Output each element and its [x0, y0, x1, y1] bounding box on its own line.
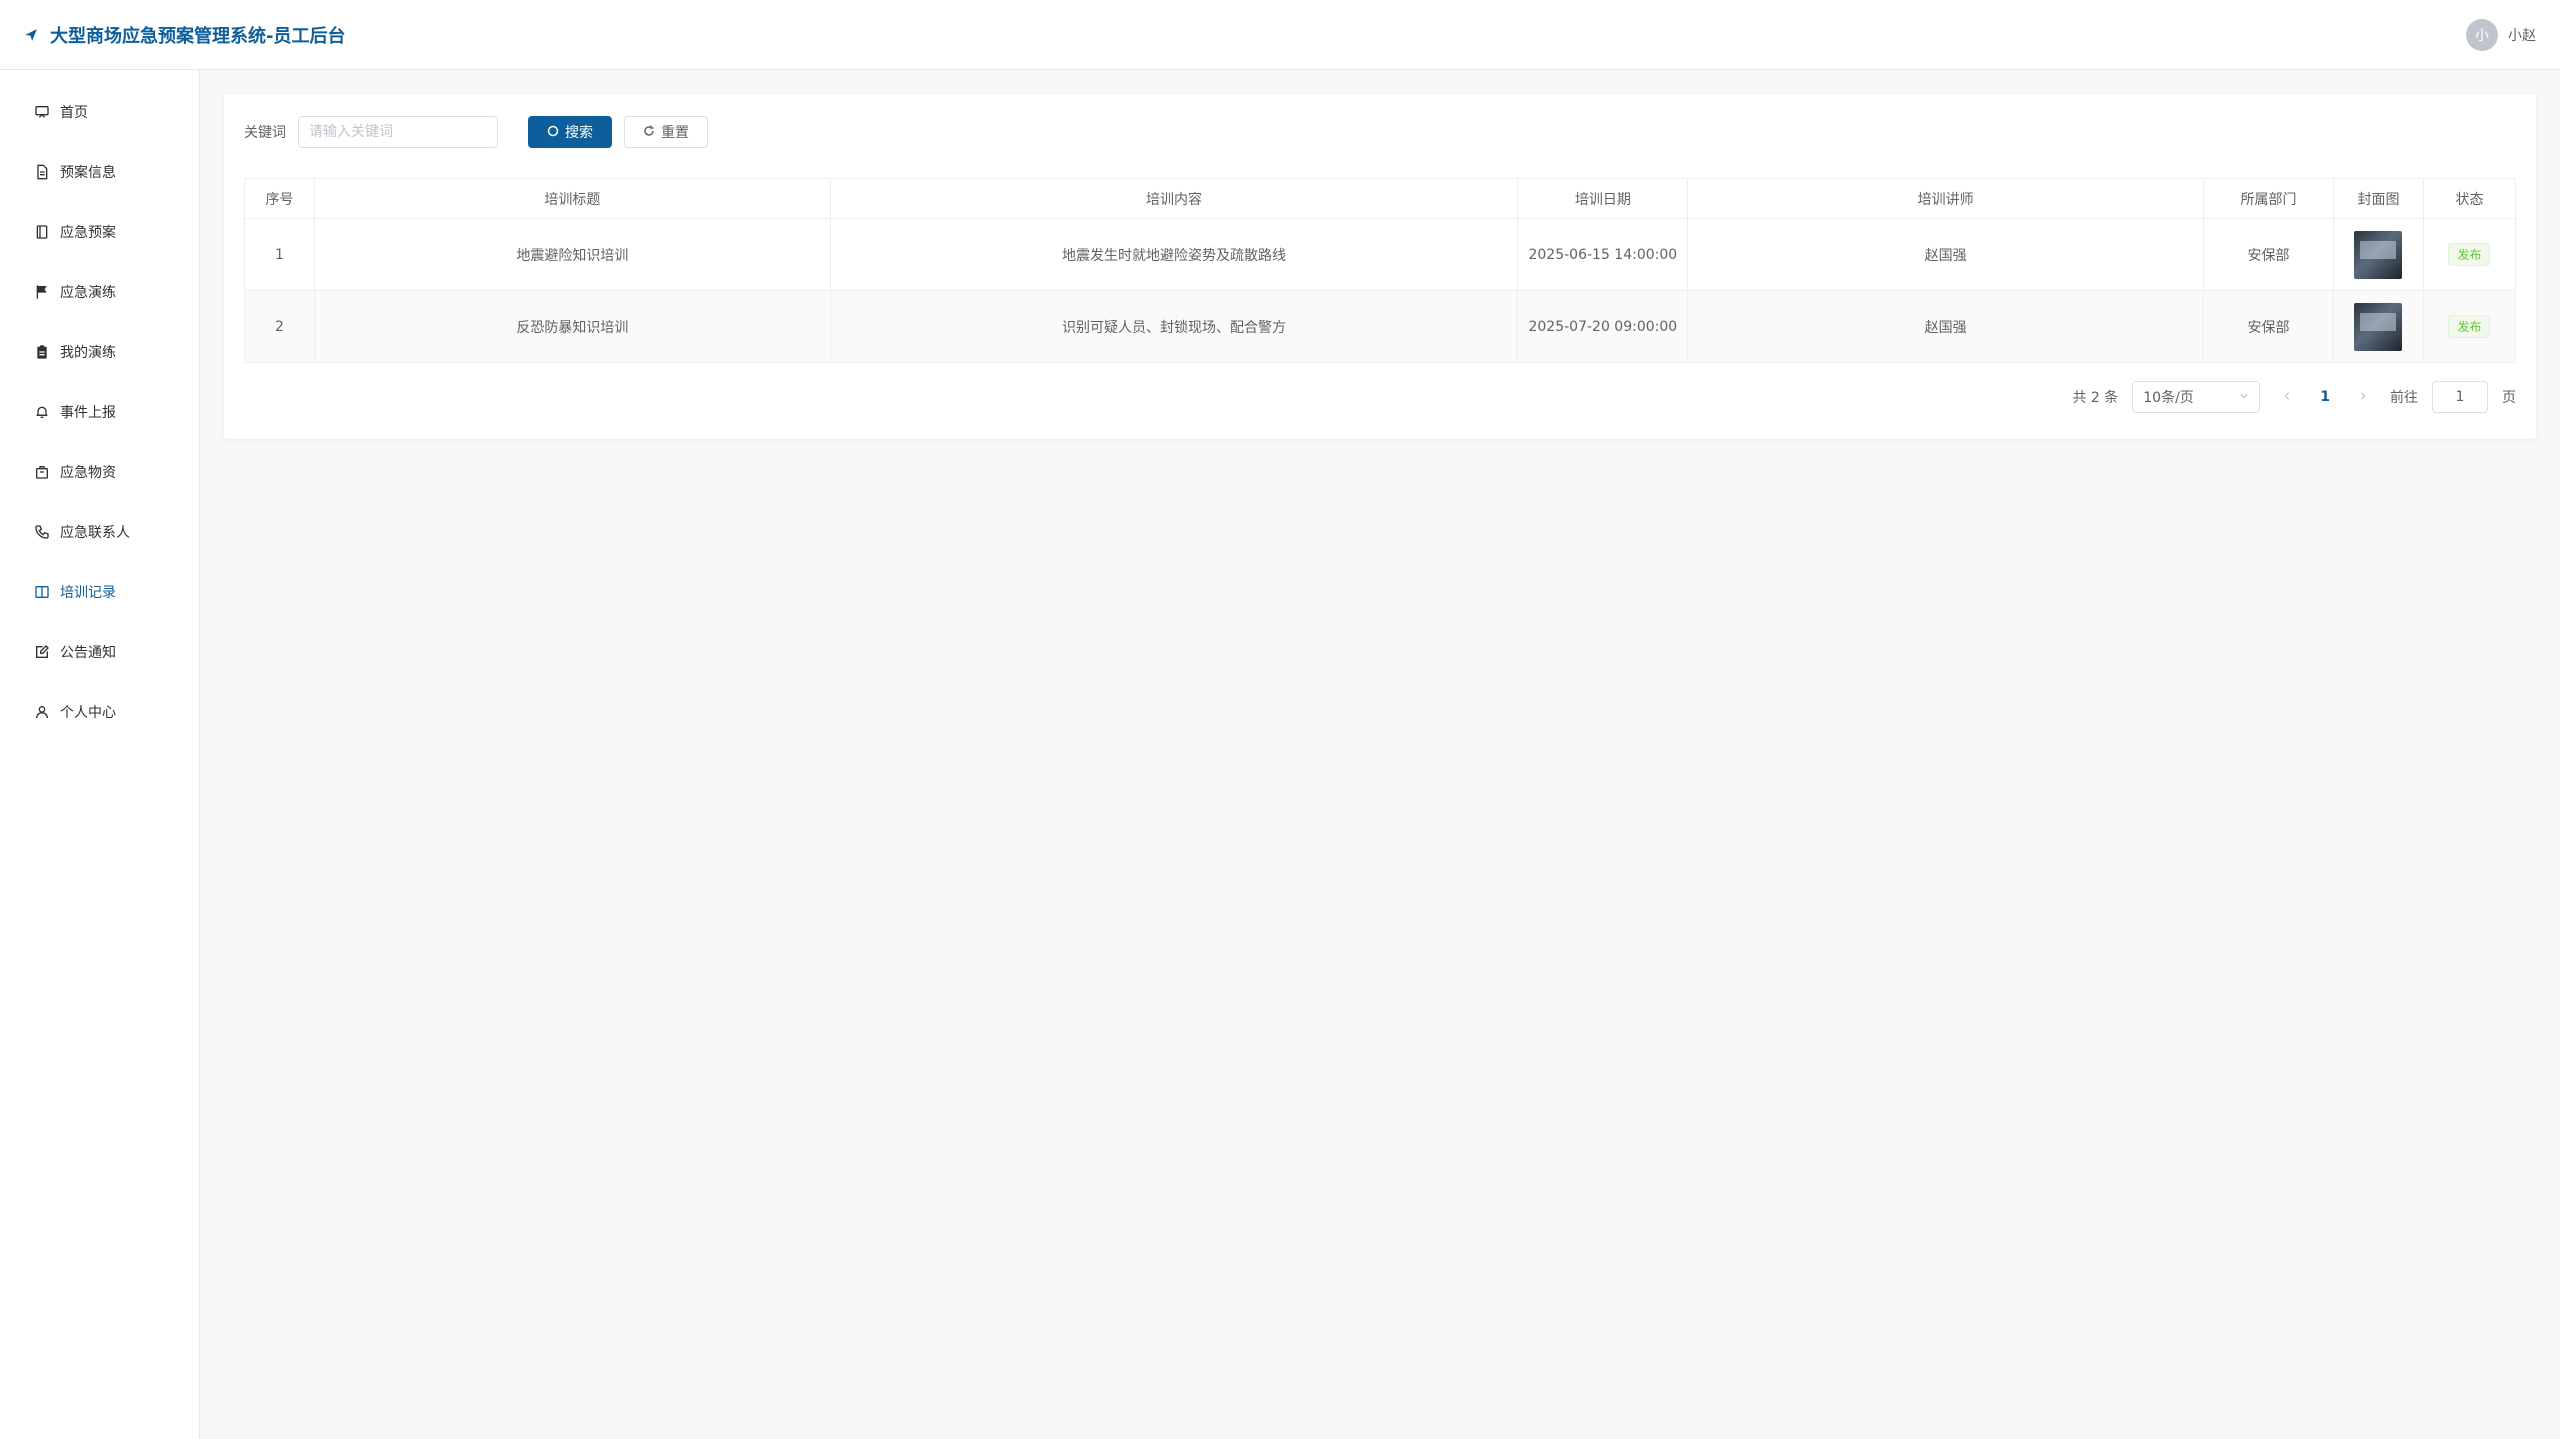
document-icon [34, 164, 50, 180]
sidebar-item-label: 应急预案 [60, 225, 116, 241]
cell-title: 反恐防暴知识培训 [313, 290, 831, 363]
cover-image[interactable] [2354, 302, 2403, 351]
sidebar-item-label: 应急物资 [60, 465, 116, 481]
top-header: 大型商场应急预案管理系统-员工后台 小 小赵 [0, 0, 2560, 70]
cell-content: 地震发生时就地避险姿势及疏散路线 [829, 218, 1519, 291]
cell-department: 安保部 [2203, 290, 2334, 363]
page-suffix: 页 [2502, 390, 2516, 406]
keyword-label: 关键词 [244, 125, 286, 141]
cell-cover [2332, 218, 2424, 291]
sidebar-item-label: 个人中心 [60, 705, 116, 721]
column-header: 序号 [244, 178, 315, 219]
column-header: 培训标题 [313, 178, 831, 219]
user-menu[interactable]: 小 小赵 [2466, 18, 2536, 51]
open-book-icon [34, 584, 50, 600]
training-records-card: 关键词 搜索 重置 [224, 94, 2536, 439]
cell-date: 2025-06-15 14:00:00 [1517, 218, 1689, 291]
column-header: 培训日期 [1517, 178, 1689, 219]
search-icon [547, 124, 559, 140]
sidebar-item-label: 预案信息 [60, 165, 116, 181]
sidebar-item-label: 我的演练 [60, 345, 116, 361]
sidebar-item-announcements[interactable]: 公告通知 [0, 622, 199, 682]
cell-index: 2 [244, 290, 315, 363]
table-row: 2 反恐防暴知识培训 识别可疑人员、封锁现场、配合警方 2025-07-20 0… [244, 290, 2517, 363]
chevron-right-icon [2360, 392, 2366, 400]
column-header: 封面图 [2332, 178, 2424, 219]
sidebar-item-supplies[interactable]: 应急物资 [0, 442, 199, 502]
cover-image[interactable] [2354, 230, 2403, 279]
phone-icon [34, 524, 50, 540]
refresh-icon [643, 124, 655, 140]
sidebar-item-plan-info[interactable]: 预案信息 [0, 142, 199, 202]
cell-title: 地震避险知识培训 [313, 218, 831, 291]
next-page-button[interactable] [2350, 389, 2376, 405]
flag-icon [34, 284, 50, 300]
page-size-select[interactable]: 10条/页 [2132, 381, 2261, 413]
search-button-label: 搜索 [565, 124, 593, 140]
user-icon [34, 704, 50, 720]
sidebar-item-drill[interactable]: 应急演练 [0, 262, 199, 322]
column-header: 所属部门 [2203, 178, 2334, 219]
cell-department: 安保部 [2203, 218, 2334, 291]
sidebar-item-label: 应急演练 [60, 285, 116, 301]
paper-plane-icon [24, 28, 38, 42]
total-count: 共 2 条 [2072, 390, 2119, 406]
page-size-value: 10条/页 [2143, 390, 2194, 406]
sidebar-item-contacts[interactable]: 应急联系人 [0, 502, 199, 562]
cell-instructor: 赵国强 [1687, 218, 2205, 291]
sidebar-item-label: 培训记录 [60, 585, 116, 601]
search-toolbar: 关键词 搜索 重置 [244, 112, 2516, 152]
sidebar-item-label: 公告通知 [60, 645, 116, 661]
main-content: 关键词 搜索 重置 [200, 70, 2560, 1439]
cell-date: 2025-07-20 09:00:00 [1517, 290, 1689, 363]
bell-icon [34, 404, 50, 420]
box-icon [34, 464, 50, 480]
chevron-down-icon [2239, 389, 2249, 405]
training-table: 序号 培训标题 培训内容 培训日期 培训讲师 所属部门 封面图 状态 1 地震避… [244, 178, 2517, 363]
reset-button-label: 重置 [661, 124, 689, 140]
table-header-row: 序号 培训标题 培训内容 培训日期 培训讲师 所属部门 封面图 状态 [244, 178, 2517, 219]
edit-icon [34, 644, 50, 660]
sidebar-item-training-records[interactable]: 培训记录 [0, 562, 199, 622]
user-name[interactable]: 小赵 [2508, 25, 2536, 45]
page-number-current[interactable]: 1 [2314, 389, 2336, 405]
sidebar-item-label: 应急联系人 [60, 525, 130, 541]
cell-instructor: 赵国强 [1687, 290, 2205, 363]
keyword-input[interactable] [298, 116, 498, 148]
sidebar-item-profile[interactable]: 个人中心 [0, 682, 199, 742]
clipboard-icon [34, 344, 50, 360]
sidebar-item-my-drill[interactable]: 我的演练 [0, 322, 199, 382]
column-header: 状态 [2422, 178, 2517, 219]
app-title: 大型商场应急预案管理系统-员工后台 [50, 25, 346, 47]
column-header: 培训讲师 [1687, 178, 2205, 219]
sidebar-item-label: 事件上报 [60, 405, 116, 421]
cell-cover [2332, 290, 2424, 363]
goto-label: 前往 [2390, 390, 2418, 406]
chevron-left-icon [2284, 392, 2290, 400]
cell-index: 1 [244, 218, 315, 291]
avatar[interactable]: 小 [2466, 18, 2498, 51]
sidebar-item-incident-report[interactable]: 事件上报 [0, 382, 199, 442]
pagination: 共 2 条 10条/页 1 前往 页 [244, 381, 2516, 413]
brand: 大型商场应急预案管理系统-员工后台 [24, 22, 345, 48]
cell-status: 发布 [2422, 218, 2517, 291]
goto-page-input[interactable] [2432, 381, 2488, 413]
book-icon [34, 224, 50, 240]
cell-status: 发布 [2422, 290, 2517, 363]
sidebar-item-emergency-plan[interactable]: 应急预案 [0, 202, 199, 262]
reset-button[interactable]: 重置 [624, 116, 708, 148]
sidebar-item-label: 首页 [60, 105, 88, 121]
search-button[interactable]: 搜索 [528, 116, 612, 148]
table-row: 1 地震避险知识培训 地震发生时就地避险姿势及疏散路线 2025-06-15 1… [244, 218, 2517, 291]
column-header: 培训内容 [829, 178, 1519, 219]
prev-page-button[interactable] [2274, 389, 2300, 405]
cell-content: 识别可疑人员、封锁现场、配合警方 [829, 290, 1519, 363]
status-badge: 发布 [2448, 315, 2491, 338]
sidebar: 首页 预案信息 应急预案 应急演练 我的演练 事件上报 应急物资 应急联系人 培… [0, 70, 200, 1439]
status-badge: 发布 [2448, 243, 2491, 266]
home-icon [34, 104, 50, 120]
sidebar-item-home[interactable]: 首页 [0, 82, 199, 142]
